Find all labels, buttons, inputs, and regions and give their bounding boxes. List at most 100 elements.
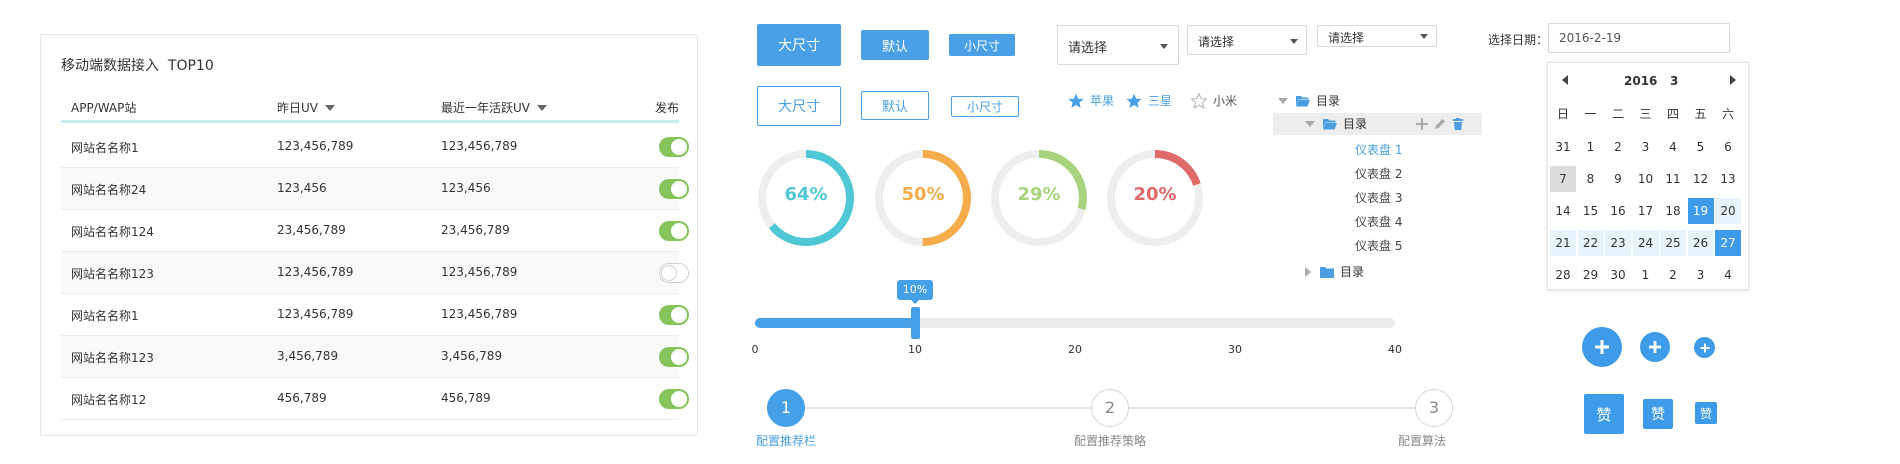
calendar-day[interactable]: 22 [1577,230,1604,256]
add-circle-button-default[interactable] [1640,332,1670,362]
publish-toggle[interactable] [659,221,689,241]
tree-leaf[interactable]: 仪表盘 4 [1355,211,1402,233]
cell-yesterday-uv: 123,456 [277,181,327,195]
select-small[interactable]: 请选择 [1317,25,1437,47]
tree-leaf[interactable]: 仪表盘 3 [1355,187,1402,209]
cell-yesterday-uv: 23,456,789 [277,223,346,237]
select-small-value: 请选择 [1328,31,1365,45]
tree-leaf[interactable]: 仪表盘 5 [1355,235,1402,257]
calendar-day[interactable]: 27 [1715,230,1741,256]
slider-tick-label: 10 [908,343,922,356]
publish-toggle[interactable] [659,347,689,367]
publish-toggle[interactable] [659,137,689,157]
toggle-knob [671,181,687,197]
tree-collapsed-node[interactable]: 目录 [1305,261,1455,283]
publish-toggle[interactable] [659,179,689,199]
step-circle[interactable]: 3 [1415,389,1453,427]
caret-down-icon [1278,98,1288,104]
rating-item[interactable]: 三星 [1126,92,1172,109]
calendar-day[interactable]: 30 [1605,262,1631,288]
step-circle[interactable]: 1 [767,389,805,427]
calendar-day[interactable]: 17 [1633,198,1659,224]
publish-toggle[interactable] [659,305,689,325]
calendar-day[interactable]: 12 [1688,166,1714,192]
calendar-day[interactable]: 31 [1550,134,1576,160]
calendar-day[interactable]: 3 [1633,134,1659,160]
calendar-day[interactable]: 1 [1578,134,1604,160]
add-icon[interactable] [1416,118,1428,130]
calendar-day[interactable]: 15 [1578,198,1604,224]
like-button-default[interactable]: 赞 [1643,399,1673,429]
publish-toggle[interactable] [659,389,689,409]
like-button-small[interactable]: 赞 [1695,402,1717,424]
publish-toggle[interactable] [659,263,689,283]
calendar-day[interactable]: 13 [1715,166,1741,192]
slider-tick-label: 20 [1068,343,1082,356]
small-outline-button[interactable]: 小尺寸 [951,96,1019,117]
step-circle[interactable]: 2 [1091,389,1129,427]
calendar-day[interactable]: 4 [1660,134,1686,160]
rating-item[interactable]: 小米 [1191,92,1237,109]
calendar-day[interactable]: 23 [1605,230,1631,256]
star-icon [1126,93,1142,108]
prev-month-icon[interactable] [1562,75,1568,85]
tree-collapsed-label: 目录 [1340,265,1365,279]
tree-root-node[interactable]: 目录 [1278,90,1478,112]
rating-item[interactable]: 苹果 [1068,92,1114,109]
calendar-day[interactable]: 4 [1715,262,1741,288]
add-circle-button-small[interactable] [1694,337,1715,358]
calendar-day[interactable]: 20 [1715,198,1741,224]
column-header-yesterday-uv[interactable]: 昨日UV [277,99,335,116]
progress-ring: 20% [1105,148,1205,248]
calendar-day[interactable]: 1 [1633,262,1659,288]
cell-year-active-uv: 3,456,789 [441,349,503,363]
edit-icon[interactable] [1434,118,1446,130]
date-input[interactable] [1548,23,1730,53]
calendar-day[interactable]: 21 [1550,230,1576,256]
calendar-day[interactable]: 18 [1660,198,1686,224]
calendar-day[interactable]: 2 [1660,262,1686,288]
calendar-day[interactable]: 6 [1715,134,1741,160]
calendar-day[interactable]: 28 [1550,262,1576,288]
calendar-day[interactable]: 19 [1687,198,1714,224]
tree-child-node[interactable]: 目录 [1273,113,1482,135]
calendar-day[interactable]: 5 [1688,134,1714,160]
calendar-day[interactable]: 16 [1605,198,1631,224]
like-button-large[interactable]: 赞 [1584,394,1624,434]
select-large[interactable]: 请选择 [1057,25,1179,65]
tree-leaf[interactable]: 仪表盘 2 [1355,163,1402,185]
next-month-icon[interactable] [1730,75,1736,85]
calendar-day[interactable]: 25 [1660,230,1686,256]
calendar-day[interactable]: 7 [1550,166,1576,192]
calendar-day[interactable]: 14 [1550,198,1576,224]
add-circle-button-large[interactable] [1582,327,1622,367]
column-header-year-active-uv[interactable]: 最近一年活跃UV [441,99,547,116]
weekday-header: 四 [1666,107,1679,121]
calendar-day[interactable]: 8 [1578,166,1604,192]
slider-handle[interactable] [911,307,920,339]
calendar-day[interactable]: 2 [1605,134,1631,160]
select-default[interactable]: 请选择 [1187,25,1307,55]
calendar-day[interactable]: 26 [1687,230,1714,256]
slider-track[interactable] [755,318,1395,328]
calendar-day[interactable]: 3 [1688,262,1714,288]
tree-leaf[interactable]: 仪表盘 1 [1355,139,1402,161]
small-solid-button[interactable]: 小尺寸 [949,34,1015,56]
delete-icon[interactable] [1452,118,1464,130]
cell-site: 网站名名称123 [71,267,154,281]
default-solid-button[interactable]: 默认 [861,30,929,60]
table-row: 网站名名称124 23,456,789 23,456,789 [61,210,689,252]
plus-icon [1595,340,1609,354]
progress-ring: 50% [873,148,973,248]
progress-ring-label: 64% [784,184,828,205]
cell-yesterday-uv: 3,456,789 [277,349,339,363]
default-outline-button[interactable]: 默认 [861,91,929,120]
calendar-day[interactable]: 24 [1632,230,1659,256]
calendar-day[interactable]: 11 [1660,166,1686,192]
large-outline-button[interactable]: 大尺寸 [757,86,841,126]
large-solid-button[interactable]: 大尺寸 [757,24,841,66]
calendar-day[interactable]: 10 [1633,166,1659,192]
calendar-day[interactable]: 9 [1605,166,1631,192]
toggle-knob [671,391,687,407]
calendar-day[interactable]: 29 [1578,262,1604,288]
